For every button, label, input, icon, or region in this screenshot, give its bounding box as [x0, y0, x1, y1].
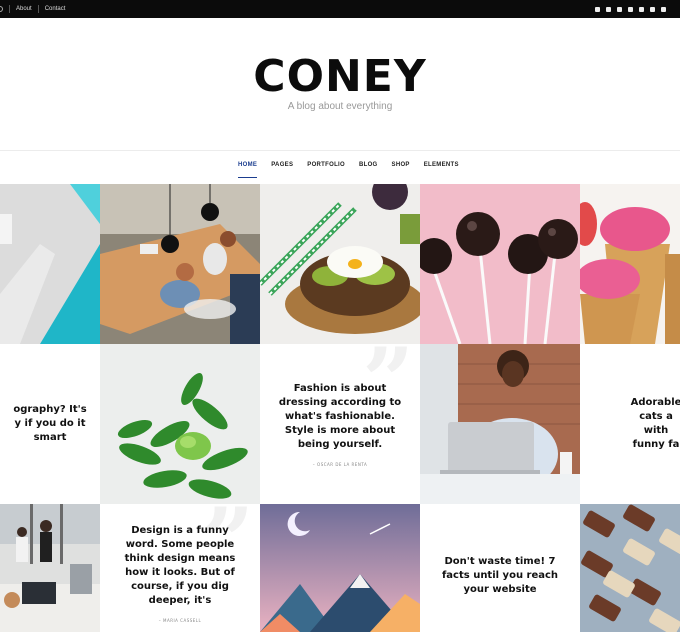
post-tile-quote-photography[interactable]: ography? It's y if you do it smart [0, 344, 100, 504]
nav-item-elements[interactable]: ELEMENTS [424, 162, 459, 174]
office-desk-image [100, 184, 260, 344]
post-tile-icecream-photo[interactable] [580, 184, 680, 344]
abstract-teal-image [0, 184, 100, 344]
quote-author: – MARIA CASSELL [158, 617, 202, 623]
nav-item-shop[interactable]: SHOP [392, 162, 410, 174]
facebook-icon[interactable] [595, 6, 600, 12]
quote-text: ography? It's y if you do it smart [13, 404, 87, 443]
pinterest-icon[interactable] [617, 6, 622, 12]
post-tile-office-photo[interactable] [100, 184, 260, 344]
divider [9, 5, 10, 13]
nav-item-portfolio[interactable]: PORTFOLIO [307, 162, 345, 174]
rss-icon[interactable] [661, 6, 666, 12]
post-tile-quote-design[interactable]: ” Design is a funny word. Some people th… [100, 504, 260, 632]
top-link-about[interactable]: About [16, 6, 32, 12]
site-logo[interactable]: CONEY [0, 52, 680, 102]
mountain-night-image [260, 504, 420, 632]
quote-text: Design is a funny word. Some people thin… [124, 524, 236, 606]
nav-item-blog[interactable]: BLOG [359, 162, 378, 174]
main-nav: HOME PAGES PORTFOLIO BLOG SHOP ELEMENTS [238, 162, 459, 178]
granola-bars-image [580, 504, 680, 632]
youtube-icon[interactable] [628, 6, 633, 12]
man-with-laptop-image [420, 344, 580, 504]
post-tile-granola-photo[interactable] [580, 504, 680, 632]
post-tile-quote-fashion[interactable]: ” Fashion is about dressing according to… [260, 344, 420, 504]
top-bar: About Contact [0, 0, 680, 18]
office-people-image [0, 504, 100, 632]
home-icon[interactable] [0, 6, 3, 12]
top-link-contact[interactable]: Contact [45, 6, 66, 12]
site-tagline: A blog about everything [287, 101, 393, 112]
avocado-toast-image [260, 184, 420, 344]
post-tile-plant-photo[interactable] [100, 344, 260, 504]
social-icons [595, 0, 666, 18]
nav-item-home[interactable]: HOME [238, 162, 258, 178]
quote-text: Fashion is about dressing according to w… [278, 382, 402, 450]
post-tile-food-photo[interactable] [260, 184, 420, 344]
post-tile-quote-website[interactable]: Don't waste time! 7 facts until you reac… [420, 504, 580, 632]
plant-image [100, 344, 260, 504]
quote-text: Don't waste time! 7 facts until you reac… [441, 556, 559, 595]
post-tile-office-people-photo[interactable] [0, 504, 100, 632]
email-icon[interactable] [650, 6, 655, 12]
quote-text: Adorable cats a with funny fa [630, 397, 680, 450]
post-tile-mountain-illustration[interactable] [260, 504, 420, 632]
cake-pops-image [420, 184, 580, 344]
post-tile-quote-cats[interactable]: Adorable cats a with funny fa [580, 344, 680, 504]
instagram-icon[interactable] [606, 6, 611, 12]
divider [37, 5, 39, 13]
nav-item-pages[interactable]: PAGES [271, 162, 293, 174]
post-tile-man-laptop-photo[interactable] [420, 344, 580, 504]
quote-author: – OSCAR DE LA RENTA [312, 461, 368, 467]
vimeo-icon[interactable] [639, 6, 644, 12]
header-divider [0, 150, 680, 151]
top-nav: About Contact [0, 0, 65, 18]
post-tile-abstract-photo[interactable] [0, 184, 100, 344]
ice-cream-image [580, 184, 680, 344]
post-tile-cakepops-photo[interactable] [420, 184, 580, 344]
post-grid: ography? It's y if you do it smart ” Fas… [0, 184, 680, 632]
